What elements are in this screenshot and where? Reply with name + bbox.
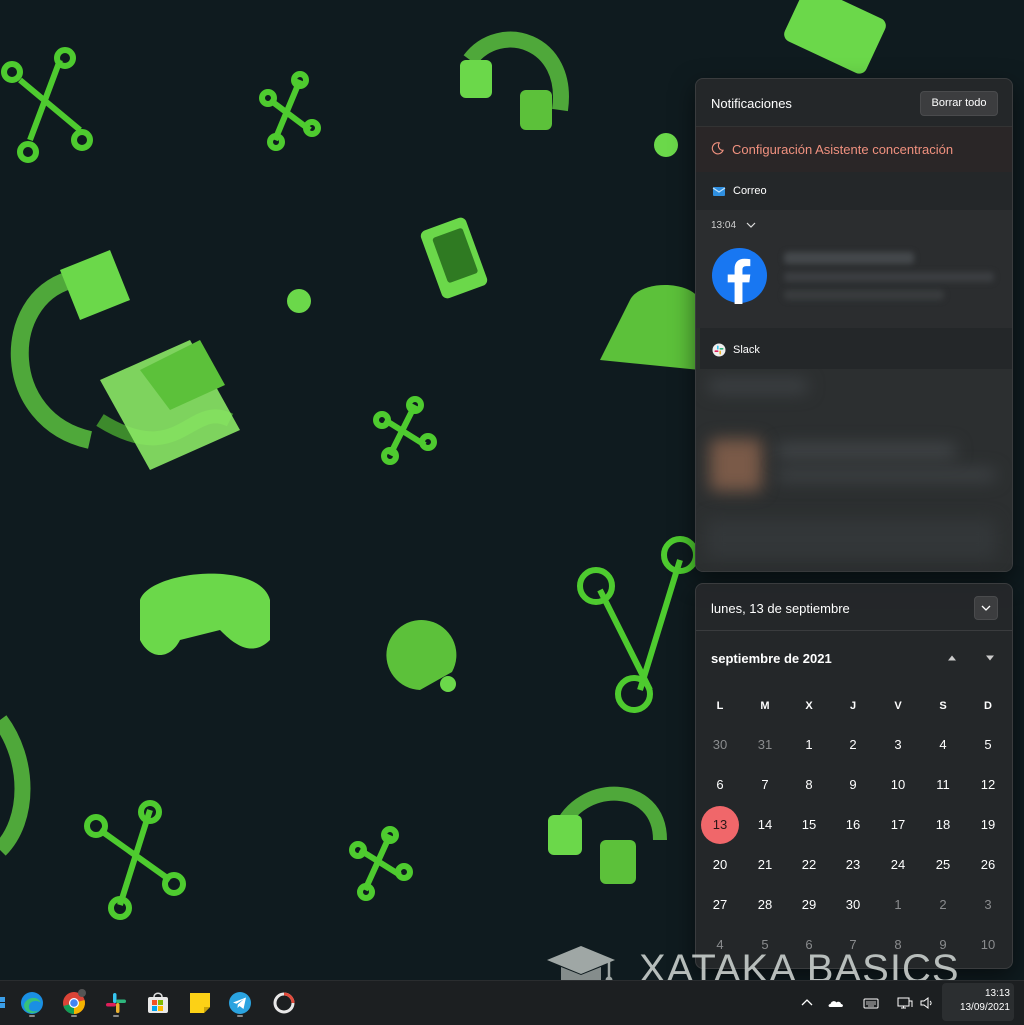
focus-assist-link[interactable]: Configuración Asistente concentración	[732, 142, 953, 157]
calendar-day[interactable]: 9	[834, 766, 872, 804]
notification-title: Notificaciones	[711, 96, 792, 111]
mail-notification[interactable]: 13:04	[696, 210, 1012, 328]
calendar-day[interactable]: 5	[969, 726, 1007, 764]
calendar-day[interactable]: 8	[790, 766, 828, 804]
month-title: septiembre de 2021	[711, 651, 832, 666]
next-month-icon[interactable]	[984, 652, 996, 664]
moon-icon	[711, 142, 724, 155]
calendar-day[interactable]: 29	[790, 886, 828, 924]
weekday-label: X	[805, 700, 813, 712]
calendar-day[interactable]: 16	[834, 806, 872, 844]
calendar-day[interactable]: 24	[879, 846, 917, 884]
weekday-label: V	[894, 700, 902, 712]
slack-notification[interactable]	[696, 369, 1012, 571]
calendar-day[interactable]: 14	[746, 806, 784, 844]
store-icon[interactable]	[144, 989, 172, 1017]
mail-icon	[712, 187, 726, 196]
calendar-day[interactable]: 18	[924, 806, 962, 844]
calendar-day[interactable]: 2	[834, 726, 872, 764]
slack-icon[interactable]	[102, 989, 130, 1017]
telegram-icon[interactable]	[226, 989, 254, 1017]
calendar-flyout: lunes, 13 de septiembre septiembre de 20…	[695, 583, 1013, 969]
blurred-preview	[784, 290, 944, 300]
chevron-down-icon	[981, 605, 991, 611]
calendar-day[interactable]: 30	[701, 726, 739, 764]
blurred-slack-footer	[706, 519, 996, 559]
calendar-day[interactable]: 22	[790, 846, 828, 884]
blurred-slack-text	[776, 444, 956, 458]
chevron-up-icon[interactable]	[799, 995, 815, 1011]
app-group-mail[interactable]: Correo	[696, 172, 1012, 210]
previous-month-icon[interactable]	[946, 652, 958, 664]
app-name-mail: Correo	[733, 185, 767, 197]
volume-icon[interactable]	[919, 995, 935, 1011]
sticky-notes-icon[interactable]	[186, 989, 214, 1017]
blurred-slack-avatar	[710, 439, 762, 491]
calendar-day[interactable]: 2	[924, 886, 962, 924]
calendar-day[interactable]: 31	[746, 726, 784, 764]
blurred-sender	[784, 252, 914, 264]
collapse-calendar-button[interactable]	[974, 596, 998, 620]
current-date-label: lunes, 13 de septiembre	[711, 601, 850, 616]
weekday-label: J	[849, 700, 857, 712]
weekday-label: S	[939, 700, 947, 712]
calendar-day[interactable]: 27	[701, 886, 739, 924]
clock-date: 13/09/2021	[959, 1002, 1010, 1013]
network-icon[interactable]	[897, 995, 913, 1011]
slack-icon	[712, 343, 726, 357]
calendar-day[interactable]: 10	[969, 926, 1007, 964]
calendar-day[interactable]: 1	[790, 726, 828, 764]
calendar-day[interactable]: 3	[969, 886, 1007, 924]
calendar-day[interactable]: 20	[701, 846, 739, 884]
calendar-day[interactable]: 30	[834, 886, 872, 924]
edge-icon[interactable]	[18, 989, 46, 1017]
calendar-day[interactable]: 12	[969, 766, 1007, 804]
keyboard-icon[interactable]	[863, 995, 879, 1011]
calendar-day[interactable]: 23	[834, 846, 872, 884]
calendar-day[interactable]: 1	[879, 886, 917, 924]
blurred-subject	[784, 272, 994, 282]
calendar-day[interactable]: 6	[701, 766, 739, 804]
chrome-icon[interactable]	[60, 989, 88, 1017]
calendar-day[interactable]: 4	[924, 726, 962, 764]
notification-header: Notificaciones Borrar todo	[696, 79, 1012, 125]
calendar-day[interactable]: 7	[746, 766, 784, 804]
focus-assist-row[interactable]: Configuración Asistente concentración	[696, 126, 1012, 172]
calendar-day-today[interactable]: 13	[701, 806, 739, 844]
weekday-label: D	[984, 700, 992, 712]
calendar-day[interactable]: 28	[746, 886, 784, 924]
onedrive-icon[interactable]	[828, 995, 844, 1011]
calendar-day[interactable]: 26	[969, 846, 1007, 884]
taskbar-clock[interactable]: 13:13 13/09/2021	[946, 987, 1010, 1015]
start-icon[interactable]	[0, 989, 10, 1017]
calendar-day[interactable]: 3	[879, 726, 917, 764]
weekday-label: L	[716, 700, 724, 712]
calendar-day[interactable]: 11	[924, 766, 962, 804]
calendar-date-header: lunes, 13 de septiembre	[696, 584, 1012, 631]
notification-center: Notificaciones Borrar todo Configuración…	[695, 78, 1013, 572]
calendar-day[interactable]: 25	[924, 846, 962, 884]
calendar-day[interactable]: 15	[790, 806, 828, 844]
calendar-day[interactable]: 21	[746, 846, 784, 884]
calendar-day[interactable]: 10	[879, 766, 917, 804]
clock-time: 13:13	[984, 988, 1010, 999]
clear-all-button[interactable]: Borrar todo	[920, 91, 998, 116]
blurred-slack-header	[708, 379, 808, 393]
app-group-slack[interactable]: Slack	[696, 331, 1012, 369]
weekday-label: M	[760, 700, 770, 712]
loading-app-icon[interactable]	[270, 989, 298, 1017]
taskbar: 13:13 13/09/2021	[0, 980, 1024, 1025]
facebook-icon	[711, 247, 768, 304]
blurred-slack-text-2	[776, 469, 996, 481]
chevron-down-icon[interactable]	[746, 221, 756, 229]
calendar-day[interactable]: 19	[969, 806, 1007, 844]
app-name-slack: Slack	[733, 344, 760, 356]
calendar-day[interactable]: 17	[879, 806, 917, 844]
notification-time: 13:04	[711, 220, 737, 231]
